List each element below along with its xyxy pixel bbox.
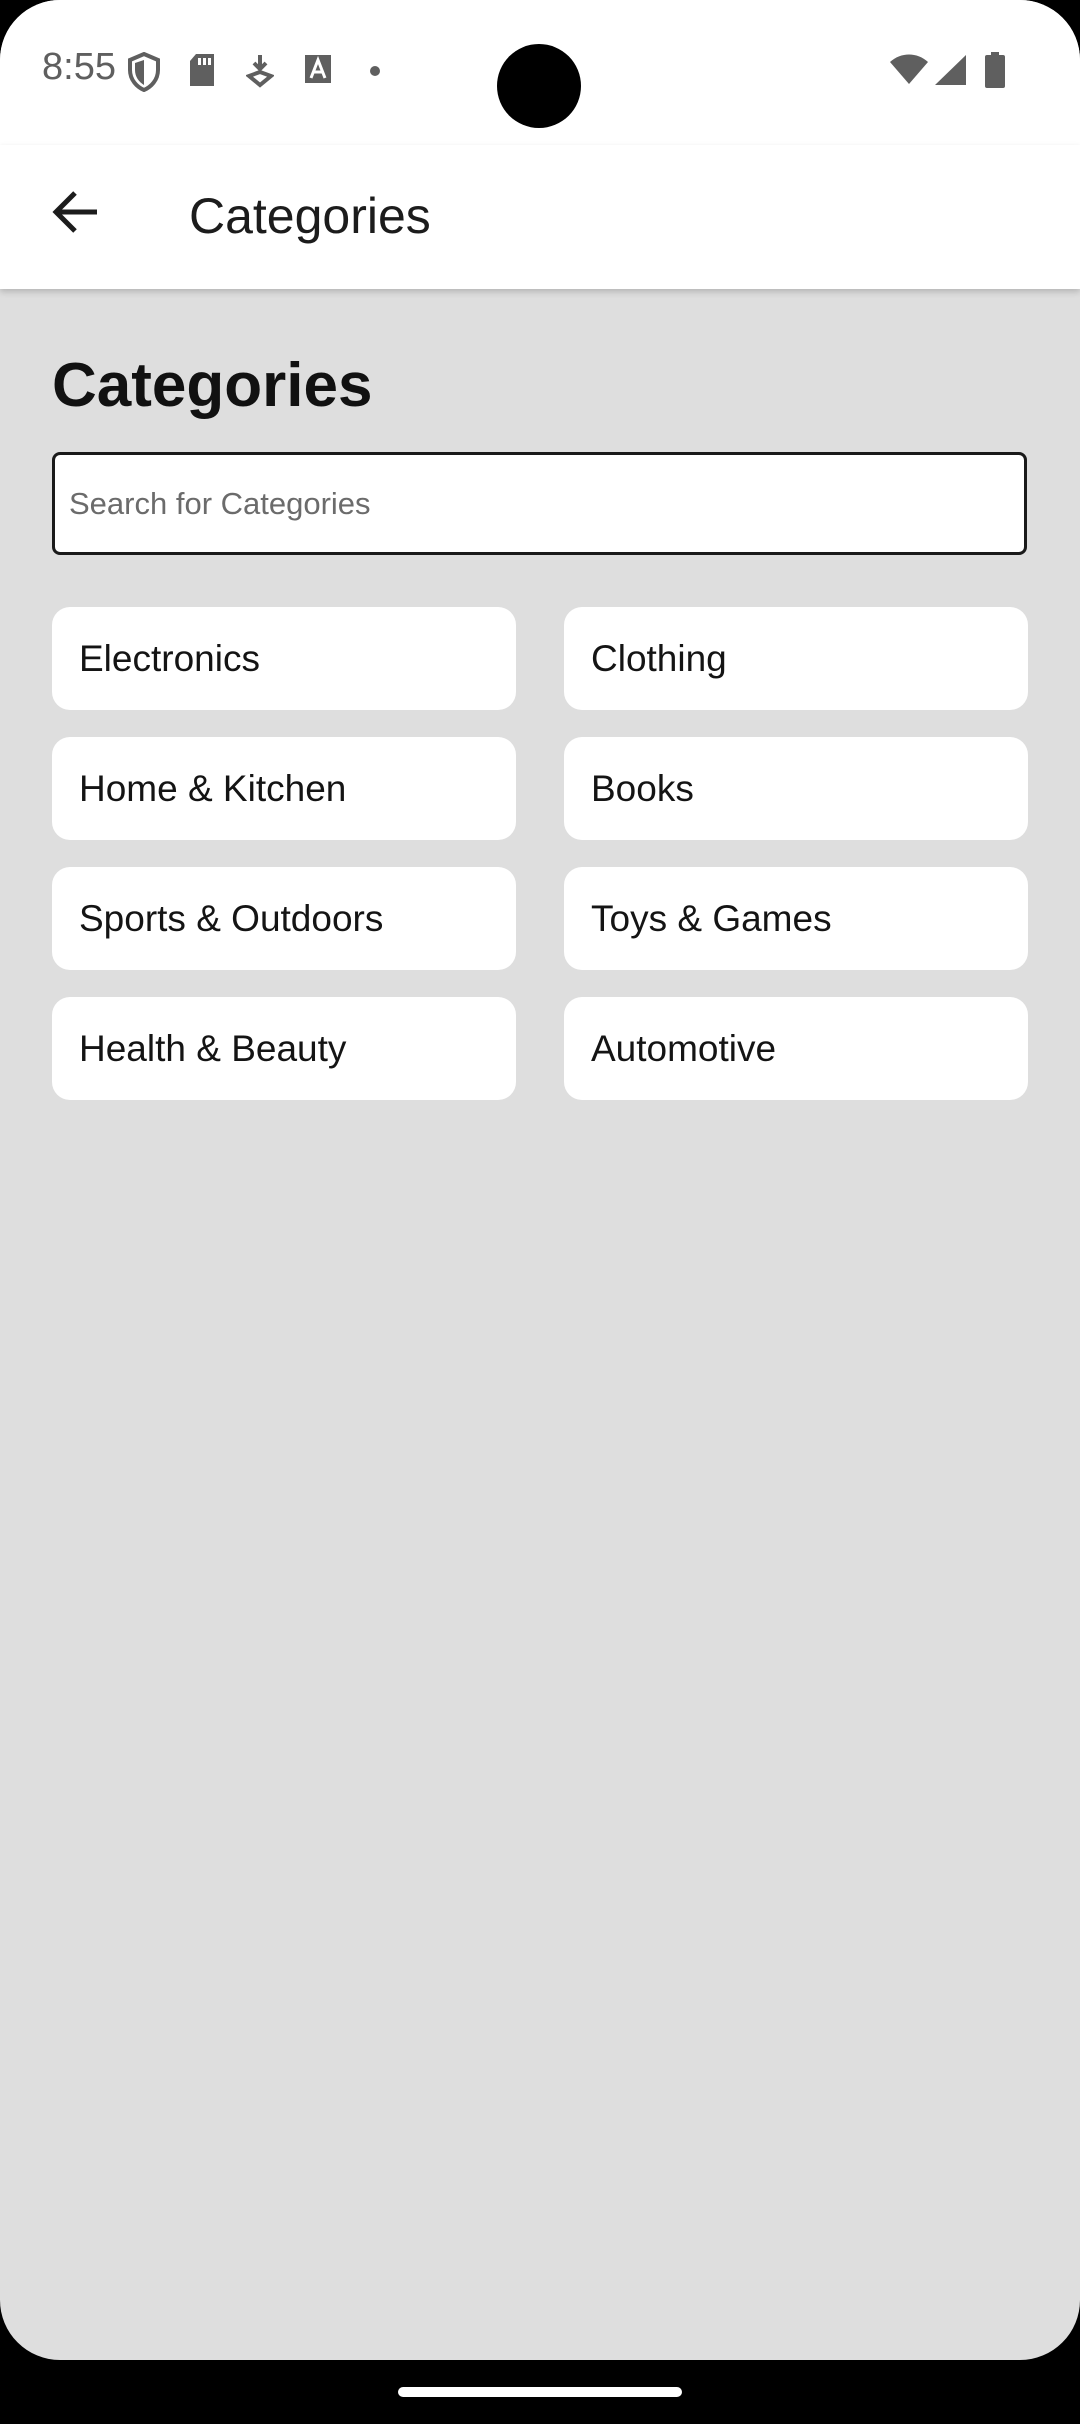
wifi-icon [889,54,929,91]
status-bar: 8:55 [0,0,1080,145]
dot-icon [369,64,381,82]
battery-icon [984,52,1006,93]
app-bar: Categories [0,145,1080,289]
font-icon [303,52,333,91]
home-indicator[interactable] [398,2387,682,2397]
category-clothing[interactable]: Clothing [564,607,1028,710]
category-books[interactable]: Books [564,737,1028,840]
shield-icon [127,51,161,97]
category-health-beauty[interactable]: Health & Beauty [52,997,516,1100]
arrow-back-icon [51,190,99,239]
category-automotive[interactable]: Automotive [564,997,1028,1100]
camera-cutout [497,44,581,128]
download-icon [245,52,275,93]
category-grid: Electronics Clothing Home & Kitchen Book… [52,607,1028,1100]
search-input[interactable] [52,452,1027,555]
sd-card-icon [187,52,217,93]
category-home-kitchen[interactable]: Home & Kitchen [52,737,516,840]
screen: 8:55 Categories Categories Search for Ca… [0,0,1080,2360]
category-sports-outdoors[interactable]: Sports & Outdoors [52,867,516,970]
app-bar-title: Categories [189,188,431,244]
signal-icon [933,54,967,91]
page-title: Categories [52,351,373,420]
back-button[interactable] [40,179,110,249]
category-toys-games[interactable]: Toys & Games [564,867,1028,970]
category-electronics[interactable]: Electronics [52,607,516,710]
status-time: 8:55 [42,46,116,88]
